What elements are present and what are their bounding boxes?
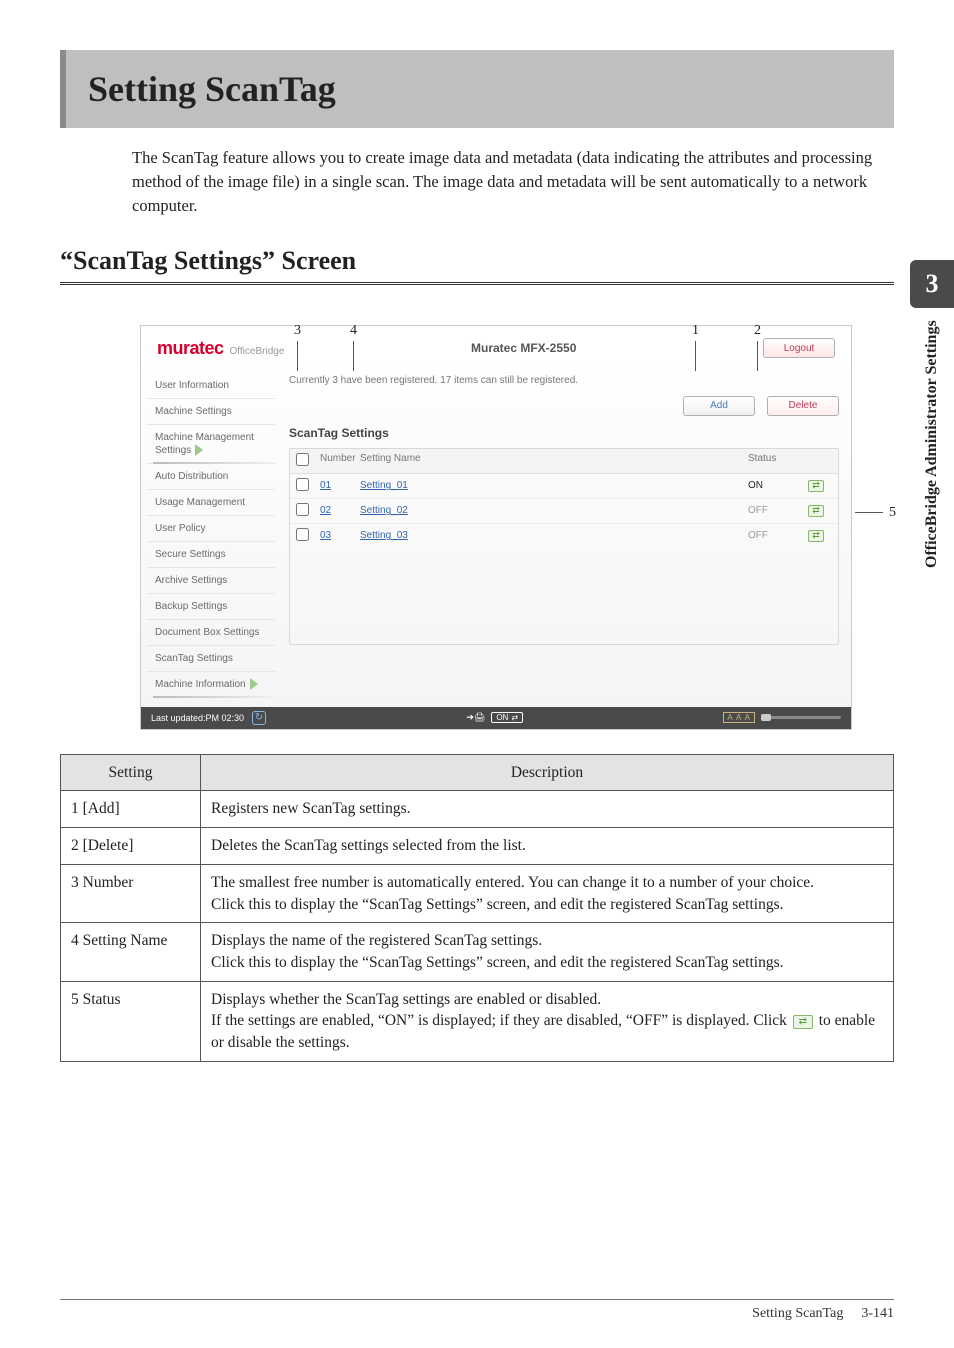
cell-setting: 3 Number bbox=[61, 864, 201, 922]
sidebar-item-backup-settings[interactable]: Backup Settings bbox=[147, 593, 275, 619]
footer-page-number: 3-141 bbox=[861, 1306, 894, 1322]
desc-row: 5 Status Displays whether the ScanTag se… bbox=[61, 981, 894, 1061]
row-checkbox[interactable] bbox=[296, 528, 309, 541]
select-all-checkbox[interactable] bbox=[296, 453, 309, 466]
screenshot-figure: 3 4 1 2 5 muratec OfficeBridge Muratec M… bbox=[140, 325, 864, 730]
row-checkbox[interactable] bbox=[296, 503, 309, 516]
th-setting: Setting bbox=[61, 754, 201, 791]
callout-5: 5 bbox=[855, 505, 896, 521]
cell-desc: Deletes the ScanTag settings selected fr… bbox=[201, 828, 894, 865]
description-table: Setting Description 1 [Add] Registers ne… bbox=[60, 754, 894, 1062]
sidebar-item-user-information[interactable]: User Information bbox=[147, 373, 275, 398]
refresh-icon[interactable]: ↻ bbox=[252, 711, 266, 725]
grid-scroll[interactable]: 01 Setting_01 ON ⇄ 02 Setting_02 OFF ⇄ bbox=[290, 474, 838, 644]
cell-setting: 2 [Delete] bbox=[61, 828, 201, 865]
row-number-link[interactable]: 03 bbox=[320, 530, 360, 541]
cell-setting: 1 [Add] bbox=[61, 791, 201, 828]
zoom-slider[interactable] bbox=[761, 716, 841, 719]
callout-1: 1 bbox=[692, 323, 699, 371]
toggle-icon[interactable]: ⇄ bbox=[808, 480, 824, 492]
toggle-icon[interactable]: ⇄ bbox=[808, 530, 824, 542]
triangle-icon bbox=[250, 678, 258, 690]
table-row: 03 Setting_03 OFF ⇄ bbox=[290, 524, 838, 548]
page-footer: Setting ScanTag 3-141 bbox=[60, 1299, 894, 1322]
row-number-link[interactable]: 01 bbox=[320, 480, 360, 491]
row-name-link[interactable]: Setting_01 bbox=[360, 480, 408, 491]
status-on-pill: ON ⇄ bbox=[491, 712, 523, 723]
sidebar-item-document-box[interactable]: Document Box Settings bbox=[147, 619, 275, 645]
grid-header: Number Setting Name Status bbox=[290, 449, 838, 474]
row-number-link[interactable]: 02 bbox=[320, 505, 360, 516]
brand: muratec OfficeBridge bbox=[157, 338, 284, 359]
printer-icon: ➔🖨 bbox=[466, 712, 485, 723]
sidebar-item-archive-settings[interactable]: Archive Settings bbox=[147, 567, 275, 593]
sidebar-item-machine-settings[interactable]: Machine Settings bbox=[147, 398, 275, 424]
settings-grid: Number Setting Name Status 01 Setting_01… bbox=[289, 448, 839, 645]
brand-main: muratec bbox=[157, 338, 224, 359]
desc-row: 4 Setting Name Displays the name of the … bbox=[61, 923, 894, 981]
cell-desc: Displays whether the ScanTag settings ar… bbox=[201, 981, 894, 1061]
logout-button[interactable]: Logout bbox=[763, 338, 835, 358]
intro-paragraph: The ScanTag feature allows you to create… bbox=[132, 146, 894, 218]
delete-button[interactable]: Delete bbox=[767, 396, 839, 416]
desc-row: 1 [Add] Registers new ScanTag settings. bbox=[61, 791, 894, 828]
row-status: OFF bbox=[748, 530, 808, 541]
col-status: Status bbox=[748, 453, 808, 469]
sidebar-item-machine-management[interactable]: Machine Management Settings bbox=[147, 424, 275, 463]
th-description: Description bbox=[201, 754, 894, 791]
sidebar-item-machine-information[interactable]: Machine Information bbox=[147, 671, 275, 697]
chapter-side-label: OfficeBridge Administrator Settings bbox=[920, 320, 944, 600]
cell-setting: 5 Status bbox=[61, 981, 201, 1061]
callout-2: 2 bbox=[754, 323, 761, 371]
col-number: Number bbox=[320, 453, 360, 469]
sidebar-item-user-policy[interactable]: User Policy bbox=[147, 515, 275, 541]
col-name: Setting Name bbox=[360, 453, 748, 469]
last-updated: Last updated:PM 02:30 bbox=[151, 713, 244, 723]
section-subheading: “ScanTag Settings” Screen bbox=[60, 246, 894, 285]
row-status: OFF bbox=[748, 505, 808, 516]
cell-setting: 4 Setting Name bbox=[61, 923, 201, 981]
app-header: muratec OfficeBridge Muratec MFX-2550 Lo… bbox=[141, 326, 851, 367]
sidebar-item-scantag-settings[interactable]: ScanTag Settings bbox=[147, 645, 275, 671]
footer-title: Setting ScanTag bbox=[752, 1306, 843, 1322]
app-window: muratec OfficeBridge Muratec MFX-2550 Lo… bbox=[140, 325, 852, 730]
triangle-icon bbox=[195, 444, 203, 456]
page-title-bar: Setting ScanTag bbox=[60, 50, 894, 128]
sidebar-item-auto-distribution[interactable]: Auto Distribution bbox=[147, 463, 275, 489]
cell-desc: The smallest free number is automaticall… bbox=[201, 864, 894, 922]
desc-row: 2 [Delete] Deletes the ScanTag settings … bbox=[61, 828, 894, 865]
table-row: 01 Setting_01 ON ⇄ bbox=[290, 474, 838, 499]
brand-sub: OfficeBridge bbox=[230, 346, 285, 357]
row-checkbox[interactable] bbox=[296, 478, 309, 491]
inline-toggle-icon: ⇄ bbox=[793, 1015, 813, 1029]
font-size-control[interactable]: A A A bbox=[723, 712, 755, 723]
row-name-link[interactable]: Setting_02 bbox=[360, 505, 408, 516]
main-panel: Currently 3 have been registered. 17 ite… bbox=[281, 367, 851, 707]
cell-desc: Registers new ScanTag settings. bbox=[201, 791, 894, 828]
callout-4: 4 bbox=[350, 323, 357, 371]
row-name-link[interactable]: Setting_03 bbox=[360, 530, 408, 541]
panel-title: ScanTag Settings bbox=[289, 426, 839, 440]
status-bar: Last updated:PM 02:30 ↻ ➔🖨 ON ⇄ A A A bbox=[141, 707, 851, 729]
toggle-icon[interactable]: ⇄ bbox=[808, 505, 824, 517]
page-title: Setting ScanTag bbox=[88, 68, 872, 110]
table-row: 02 Setting_02 OFF ⇄ bbox=[290, 499, 838, 524]
add-button[interactable]: Add bbox=[683, 396, 755, 416]
callout-3: 3 bbox=[294, 323, 301, 371]
sidebar-item-secure-settings[interactable]: Secure Settings bbox=[147, 541, 275, 567]
device-model: Muratec MFX-2550 bbox=[471, 341, 576, 355]
status-message: Currently 3 have been registered. 17 ite… bbox=[289, 375, 839, 386]
row-status: ON bbox=[748, 480, 808, 491]
desc-row: 3 Number The smallest free number is aut… bbox=[61, 864, 894, 922]
chapter-tab: 3 bbox=[910, 260, 954, 308]
sidebar: User Information Machine Settings Machin… bbox=[141, 367, 281, 707]
cell-desc: Displays the name of the registered Scan… bbox=[201, 923, 894, 981]
sidebar-item-usage-management[interactable]: Usage Management bbox=[147, 489, 275, 515]
